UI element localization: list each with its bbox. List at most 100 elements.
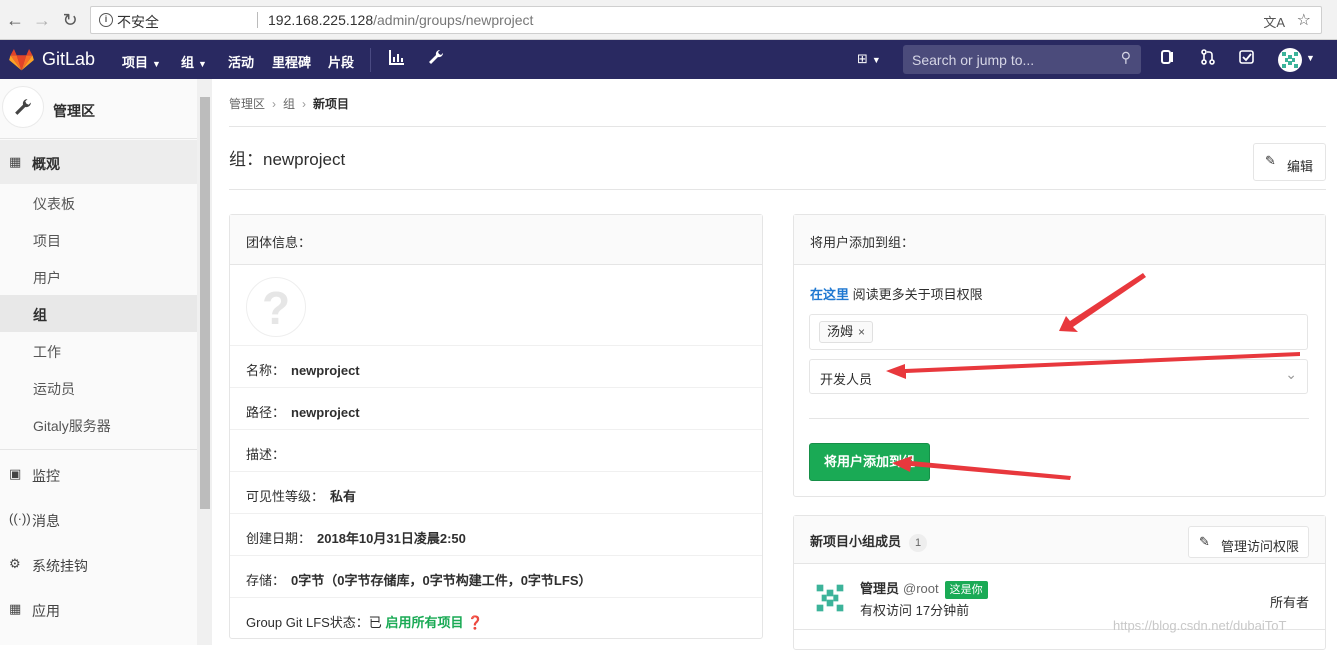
admin-sidebar: 管理区 ▦ 概观 仪表板 项目 用户 组 工作 运动员 Gitaly服务器 ▣ … — [0, 79, 212, 645]
add-users-to-group-button[interactable]: 将用户添加到组 — [809, 443, 930, 481]
sidebar-item-applications[interactable]: ▦ 应用 — [0, 587, 197, 631]
group-avatar-placeholder-icon: ? — [246, 277, 306, 337]
info-row-visibility: 可见性等级： 私有 — [230, 472, 762, 514]
members-title: 新项目小组成员 — [810, 534, 902, 549]
chevron-down-icon: ⌄ — [1285, 366, 1297, 382]
sidebar-item-projects[interactable]: 项目 — [0, 221, 197, 258]
sidebar-item-users[interactable]: 用户 — [0, 258, 197, 295]
created-value: 2018年10月31日凌晨2:50 — [317, 531, 466, 546]
gitlab-brand[interactable]: GitLab — [42, 49, 95, 70]
watermark: https://blog.csdn.net/dubaiToT — [1113, 618, 1287, 633]
todo-check-icon[interactable] — [1239, 49, 1255, 71]
info-row-name: 名称： newproject — [230, 346, 762, 388]
manage-access-label: 管理访问权限 — [1221, 539, 1300, 554]
description-label: 描述： — [246, 447, 286, 462]
access-level-value: 开发人员 — [820, 372, 873, 387]
name-label: 名称： — [246, 363, 286, 378]
selected-user-tag: 汤姆 × — [819, 321, 874, 343]
sidebar-item-runners[interactable]: 运动员 — [0, 369, 197, 406]
info-row-path: 路径： newproject — [230, 388, 762, 430]
lfs-label: Group Git LFS状态：已 — [246, 615, 382, 630]
monitor-icon: ▣ — [9, 466, 22, 481]
path-value: newproject — [291, 405, 360, 420]
sidebar-item-label: Gitaly服务器 — [33, 418, 111, 434]
forward-icon[interactable]: → — [31, 9, 53, 31]
close-icon[interactable]: × — [858, 325, 865, 339]
search-icon: ⚲ — [1120, 49, 1131, 65]
breadcrumb-admin[interactable]: 管理区 — [229, 97, 265, 111]
member-username: @root — [903, 581, 939, 596]
chevron-down-icon: ▼ — [871, 55, 881, 65]
sidebar-header[interactable]: 管理区 — [0, 79, 197, 139]
url-path: /admin/groups/newproject — [373, 12, 534, 28]
menu-milestones[interactable]: 里程碑 — [272, 52, 311, 71]
visibility-label: 可见性等级： — [246, 489, 325, 504]
divider — [809, 418, 1309, 419]
member-name[interactable]: 管理员 — [860, 581, 899, 596]
merge-request-icon[interactable] — [1200, 49, 1216, 71]
bookmark-star-icon[interactable]: ☆ — [1297, 10, 1311, 30]
sidebar-item-label: 概观 — [32, 156, 60, 172]
plus-square-icon[interactable]: ⊞ ▼ — [857, 49, 881, 70]
sidebar-item-messages[interactable]: ((·)) 消息 — [0, 497, 197, 541]
manage-access-button[interactable]: ✎ 管理访问权限 — [1188, 526, 1309, 558]
help-question-icon[interactable]: ❓ — [467, 615, 483, 630]
search-placeholder: Search or jump to... — [912, 52, 1035, 68]
sidebar-item-label: 运动员 — [33, 381, 75, 397]
menu-projects-label: 项目 — [122, 55, 149, 70]
edit-button[interactable]: ✎ 编辑 — [1253, 143, 1326, 181]
access-level-select[interactable]: 开发人员 ⌄ — [809, 359, 1308, 394]
panel-header: 新项目小组成员 1 ✎ 管理访问权限 — [794, 516, 1325, 564]
its-you-badge: 这是你 — [944, 581, 988, 599]
issues-icon[interactable] — [1160, 49, 1176, 71]
sidebar-divider — [0, 449, 197, 450]
back-icon[interactable]: ← — [4, 9, 26, 31]
reload-icon[interactable]: ↻ — [59, 9, 81, 31]
wrench-icon[interactable] — [428, 49, 444, 71]
sidebar-item-label: 监控 — [32, 468, 60, 484]
info-row-lfs: Group Git LFS状态：已 启用所有项目 ❓ — [230, 598, 762, 640]
member-count-badge: 1 — [909, 534, 928, 552]
gitlab-logo-icon[interactable] — [9, 49, 34, 71]
sidebar-item-label: 应用 — [32, 603, 60, 619]
chevron-down-icon: ▼ — [152, 59, 161, 69]
sidebar-item-dashboard[interactable]: 仪表板 — [0, 184, 197, 221]
sidebar-title: 管理区 — [53, 103, 95, 119]
sidebar-item-overview[interactable]: ▦ 概观 — [0, 140, 197, 184]
name-value: newproject — [291, 363, 360, 378]
member-avatar[interactable] — [810, 578, 850, 618]
sidebar-item-monitoring[interactable]: ▣ 监控 — [0, 452, 197, 496]
permissions-help-link[interactable]: 在这里 — [810, 287, 849, 302]
permissions-help: 在这里 阅读更多关于项目权限 — [810, 284, 983, 303]
search-input[interactable]: Search or jump to... ⚲ — [903, 45, 1141, 74]
sidebar-scrollbar-thumb[interactable] — [200, 97, 210, 509]
grid-icon: ▦ — [9, 154, 22, 169]
user-select-input[interactable]: 汤姆 × — [809, 314, 1308, 350]
members-title-wrap: 新项目小组成员 1 — [810, 531, 928, 552]
created-label: 创建日期： — [246, 531, 312, 546]
menu-snippets[interactable]: 片段 — [328, 52, 354, 71]
lfs-value: 启用所有项目 — [385, 615, 464, 630]
breadcrumb-current[interactable]: 新项目 — [313, 97, 349, 111]
sidebar-item-groups[interactable]: 组 — [0, 295, 197, 332]
chevron-down-icon[interactable]: ▼ — [1306, 53, 1315, 63]
menu-projects[interactable]: 项目 ▼ — [122, 52, 161, 71]
info-icon[interactable]: i — [99, 13, 113, 27]
divider — [229, 126, 1326, 127]
sidebar-item-gitaly[interactable]: Gitaly服务器 — [0, 406, 197, 443]
sidebar-item-label: 消息 — [32, 513, 60, 529]
user-avatar[interactable] — [1278, 48, 1302, 72]
menu-groups[interactable]: 组 ▼ — [181, 52, 207, 71]
translate-icon[interactable]: 文A — [1263, 12, 1285, 31]
info-row-storage: 存储： 0字节（0字节存储库，0字节构建工件，0字节LFS） — [230, 556, 762, 598]
breadcrumb-groups[interactable]: 组 — [283, 97, 295, 111]
insecure-label: 不安全 — [117, 14, 159, 30]
menu-groups-label: 组 — [181, 55, 195, 70]
visibility-value: 私有 — [330, 489, 357, 504]
sidebar-item-jobs[interactable]: 工作 — [0, 332, 197, 369]
address-bar[interactable]: i 不安全 192.168.225.128/admin/groups/newpr… — [90, 6, 1322, 34]
broadcast-icon: ((·)) — [9, 511, 31, 526]
chart-icon[interactable] — [389, 49, 405, 71]
menu-activity[interactable]: 活动 — [228, 52, 254, 71]
sidebar-item-system-hooks[interactable]: ⚙ 系统挂钩 — [0, 542, 197, 586]
